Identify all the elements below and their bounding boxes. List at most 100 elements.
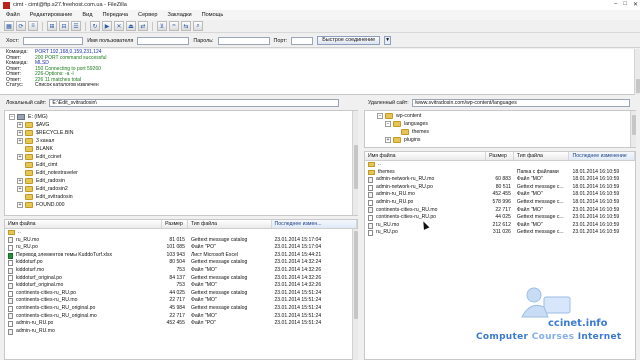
remote-file-row[interactable]: themes Папка с файлами 18.01.2014 16:10:59: [365, 169, 635, 177]
process-queue-icon[interactable]: ▶: [102, 21, 112, 31]
remote-tree-node[interactable]: themes: [365, 128, 635, 136]
quickconnect-button[interactable]: Быстрое соединение: [317, 36, 381, 45]
search-icon[interactable]: ⌕: [193, 21, 203, 31]
local-file-row[interactable]: admin-ru_RU.mo: [5, 328, 357, 336]
compare-icon[interactable]: ≈: [169, 21, 179, 31]
local-col-modified[interactable]: Последнее измен...: [271, 220, 357, 228]
collapse-icon[interactable]: −: [9, 114, 15, 120]
collapse-icon[interactable]: −: [377, 113, 383, 119]
remote-file-row[interactable]: admin-network-ru_RU.mo 60 883 Файл "MO" 18.…: [365, 176, 635, 184]
remote-tree-scrollbar-thumb[interactable]: [632, 115, 636, 135]
local-file-row[interactable]: ru_RU.po 101 085 Файл "PO" 23.01.2014 15:17…: [5, 244, 357, 252]
local-tree-node[interactable]: Edit_cimt: [5, 161, 357, 169]
menu-file[interactable]: Файл: [6, 12, 20, 18]
menu-transfer[interactable]: Передача: [103, 12, 129, 18]
menu-server[interactable]: Сервер: [138, 12, 157, 18]
local-file-row[interactable]: kiddoturf.mo 753 Файл "MO" 23.01.2014 14:32…: [5, 267, 357, 275]
local-tree-scrollbar-thumb[interactable]: [354, 145, 358, 189]
local-col-type[interactable]: Тип файла: [188, 220, 272, 228]
remote-file-row[interactable]: ru_RU.po 311 026 Gettext message c... 23.01…: [365, 229, 635, 237]
local-file-row[interactable]: kiddoturf_original.mo 753 Файл "MO" 23.01.2…: [5, 282, 357, 290]
remote-col-size[interactable]: Размер: [486, 152, 514, 160]
remote-tree-icon[interactable]: ⊟: [59, 21, 69, 31]
filter-icon[interactable]: ⊻: [157, 21, 167, 31]
port-input[interactable]: [291, 36, 314, 45]
cancel-icon[interactable]: ✕: [114, 21, 124, 31]
expand-icon[interactable]: +: [17, 138, 23, 144]
local-tree-node[interactable]: Edit_notestraveler: [5, 169, 357, 177]
local-file-row[interactable]: continents-cities-ru_RU.po 44 025 Gettext …: [5, 290, 357, 298]
local-tree-node[interactable]: + $AVG: [5, 121, 357, 129]
expand-icon[interactable]: +: [17, 186, 23, 192]
remote-file-row[interactable]: ru_RU.mo 212 612 Файл "MO" 23.01.2014 16:10…: [365, 222, 635, 230]
local-file-row[interactable]: Перевод элементов темы KuddoTurf.xlsx 103…: [5, 252, 357, 260]
remote-site-path-input[interactable]: /www.svitradosin.com/wp-content/language…: [411, 99, 630, 107]
local-files-scrollbar-thumb[interactable]: [354, 231, 358, 319]
local-file-row[interactable]: ru_RU.mo 81 015 Gettext message catalog 23.…: [5, 237, 357, 245]
remote-tree-node[interactable]: − wp-content: [365, 112, 635, 120]
local-site-path-input[interactable]: E:\Edit_svitradosin\: [49, 99, 340, 107]
local-file-row[interactable]: continents-cities-ru_RU_original.mo 22 71…: [5, 313, 357, 321]
disconnect-icon[interactable]: ⏏: [126, 21, 136, 31]
expand-icon[interactable]: +: [385, 137, 391, 143]
expand-icon[interactable]: +: [17, 178, 23, 184]
collapse-icon[interactable]: −: [385, 121, 391, 127]
local-file-row[interactable]: kiddoturf_original.po 84 137 Gettext messa…: [5, 275, 357, 283]
local-tree-node[interactable]: + Edit_radosin2: [5, 185, 357, 193]
remote-file-row[interactable]: admin-ru_RU.po 578 996 Gettext message c..…: [365, 199, 635, 207]
local-tree-node[interactable]: + FOUND.000: [5, 201, 357, 209]
local-tree-node[interactable]: + $RECYCLE.BIN: [5, 129, 357, 137]
sync-browse-icon[interactable]: ⇆: [181, 21, 191, 31]
host-input[interactable]: [23, 36, 84, 45]
local-col-name[interactable]: Имя файла: [5, 220, 163, 228]
local-file-row[interactable]: ..: [5, 229, 357, 237]
tree-toggle-icon[interactable]: ⊞: [47, 21, 57, 31]
local-tree-node[interactable]: − E: (IMG): [5, 113, 357, 121]
local-file-row[interactable]: continents-cities-ru_RU_original.po 45 98…: [5, 305, 357, 313]
reload-icon[interactable]: ↻: [90, 21, 100, 31]
minimize-button[interactable]: –: [614, 1, 617, 8]
local-col-size[interactable]: Размер: [162, 220, 188, 228]
site-manager-icon[interactable]: ▦: [4, 21, 14, 31]
log-scrollbar[interactable]: [634, 49, 640, 95]
remote-col-name[interactable]: Имя файла: [365, 152, 487, 160]
menu-edit[interactable]: Редактирование: [30, 12, 73, 18]
local-tree-node[interactable]: BLANK: [5, 145, 357, 153]
quickconnect-history-dropdown[interactable]: ▼: [384, 36, 392, 45]
remote-tree-node[interactable]: − languages: [365, 120, 635, 128]
expand-icon[interactable]: +: [17, 122, 23, 128]
remote-file-row[interactable]: continents-cities-ru_RU.mo 22 717 Файл "MO…: [365, 207, 635, 215]
log-scrollbar-thumb[interactable]: [636, 79, 640, 93]
local-file-row[interactable]: kiddoturf.po 80 504 Gettext message catalo…: [5, 259, 357, 267]
expand-icon[interactable]: +: [17, 202, 23, 208]
menu-help[interactable]: Помощь: [202, 12, 224, 18]
remote-col-modified[interactable]: Последнее изменение: [569, 152, 635, 160]
local-file-row[interactable]: admin-ru_RU.po 452 455 Файл "PO" 23.01.2014…: [5, 320, 357, 328]
remote-file-row[interactable]: admin-ru_RU.mo 452 455 Файл "MO" 18.01.2014…: [365, 191, 635, 199]
remote-col-type[interactable]: Тип файла: [514, 152, 570, 160]
remote-file-row[interactable]: admin-network-ru_RU.po 80 511 Gettext mess…: [365, 184, 635, 192]
password-input[interactable]: [217, 36, 270, 45]
remote-file-row[interactable]: continents-cities-ru_RU.po 44 025 Gettext …: [365, 214, 635, 222]
expand-icon[interactable]: +: [17, 130, 23, 136]
remote-file-row[interactable]: ..: [365, 161, 635, 169]
local-tree-node[interactable]: Edit_svitradosin: [5, 193, 357, 201]
remote-tree-scrollbar[interactable]: [630, 111, 636, 147]
local-tree-node[interactable]: + Edit_radosin: [5, 177, 357, 185]
menu-bookmarks[interactable]: Закладки: [167, 12, 191, 18]
username-input[interactable]: [137, 36, 190, 45]
local-files-scrollbar[interactable]: [352, 229, 358, 360]
queue-toggle-icon[interactable]: ☰: [71, 21, 81, 31]
refresh-icon[interactable]: ⟳: [16, 21, 26, 31]
local-tree-node[interactable]: + Edit_ccinet: [5, 153, 357, 161]
reconnect-icon[interactable]: ⇄: [138, 21, 148, 31]
local-tree-node[interactable]: +3 канал: [5, 137, 357, 145]
close-button[interactable]: ✕: [633, 1, 638, 8]
local-file-row[interactable]: continents-cities-ru_RU.mo 22 717 Файл "MO…: [5, 297, 357, 305]
menu-view[interactable]: Вид: [82, 12, 92, 18]
local-tree-scrollbar[interactable]: [352, 111, 358, 215]
remote-tree-node[interactable]: + plugins: [365, 136, 635, 144]
maximize-button[interactable]: □: [623, 1, 627, 8]
log-toggle-icon[interactable]: ≡: [28, 21, 38, 31]
expand-icon[interactable]: +: [17, 154, 23, 160]
